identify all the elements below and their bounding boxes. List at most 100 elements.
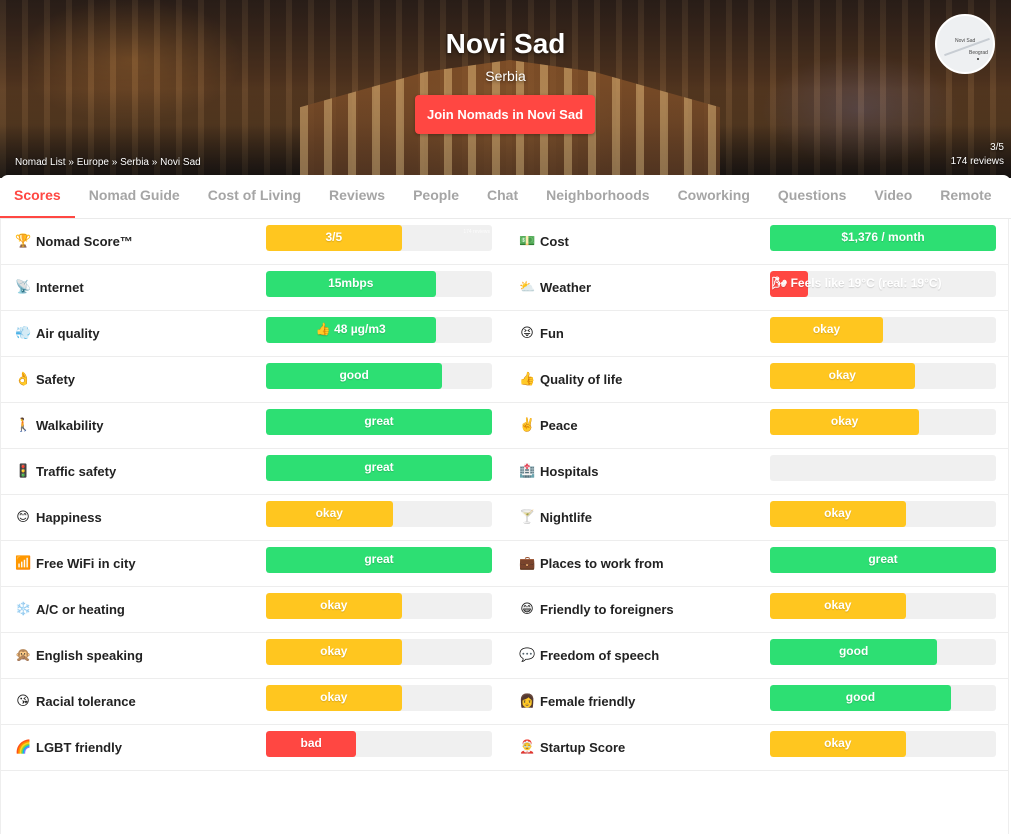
score-label-text: Walkability [36, 417, 104, 433]
score-bar [770, 455, 996, 481]
score-safety[interactable]: 👌 Safety good [0, 357, 505, 403]
score-bar: bad [266, 731, 492, 757]
city-country: Serbia [485, 68, 526, 84]
score-label-text: Free WiFi in city [36, 555, 136, 571]
score-female-friendly[interactable]: 👩 Female friendly good [505, 679, 1009, 725]
score-startup-score[interactable]: 🤶 Startup Score okay [505, 725, 1009, 771]
score-label: 🏥 Hospitals [519, 463, 599, 479]
score-friendly-to-foreigners[interactable]: 😁 Friendly to foreigners okay [505, 587, 1009, 633]
breadcrumb-item-europe[interactable]: Europe [77, 157, 109, 168]
happy-face-icon: 😊 [16, 509, 30, 524]
score-row: 😊 Happiness okay 🍸 Nightlife okay [0, 495, 1009, 541]
speech-icon: 💬 [519, 647, 536, 662]
score-bar-value: okay [812, 322, 841, 336]
score-bar-value: great [868, 552, 898, 566]
wind-icon: 💨 [15, 325, 32, 340]
score-peace[interactable]: ✌️ Peace okay [505, 403, 1009, 449]
score-walkability[interactable]: 🚶 Walkability great [0, 403, 505, 449]
score-bar-value: great [364, 460, 394, 474]
score-traffic-safety[interactable]: 🚦 Traffic safety great [0, 449, 505, 495]
score-cost[interactable]: 💵 Cost $1,376 / month [505, 219, 1009, 265]
score-label: ✌️ Peace [519, 417, 578, 433]
score-fun[interactable]: 😝 Fun okay [505, 311, 1009, 357]
score-nightlife[interactable]: 🍸 Nightlife okay [505, 495, 1009, 541]
score-bar: okay [770, 731, 996, 757]
score-bar: okay [770, 593, 996, 619]
join-nomads-button[interactable]: Join Nomads in Novi Sad [415, 95, 595, 134]
score-label: 🌈 LGBT friendly [15, 739, 122, 755]
score-bar: okay [770, 501, 996, 527]
score-bar-value: 3/5 [325, 230, 343, 244]
breadcrumb-item-serbia[interactable]: Serbia [120, 157, 149, 168]
score-english-speaking[interactable]: 🙊 English speaking okay [0, 633, 505, 679]
traffic-light-icon: 🚦 [15, 463, 32, 478]
score-label-text: Quality of life [540, 371, 623, 387]
tab-video[interactable]: Video [860, 175, 926, 218]
score-air-quality[interactable]: 💨 Air quality 👍 48 µg/m3 [0, 311, 505, 357]
score-bar-value: okay [315, 506, 343, 520]
score-label-text: Internet [36, 279, 84, 295]
woman-icon: 👩 [519, 693, 536, 708]
score-label-text: Friendly to foreigners [540, 601, 674, 617]
score-row: 🚦 Traffic safety great 🏥 Hospitals [0, 449, 1009, 495]
score-label-text: Freedom of speech [540, 647, 660, 663]
right-border [1008, 219, 1009, 834]
score-happiness[interactable]: 😊 Happiness okay [0, 495, 505, 541]
monkey-icon: 🙊 [15, 647, 32, 662]
score-racial-tolerance[interactable]: 😘 Racial tolerance okay [0, 679, 505, 725]
snowflake-icon: ❄️ [15, 601, 32, 616]
score-internet[interactable]: 📡 Internet 15mbps [0, 265, 505, 311]
hospital-icon: 🏥 [519, 463, 536, 478]
score-bar: great [770, 547, 996, 573]
tab-nomad-guide[interactable]: Nomad Guide [75, 175, 194, 218]
score-bar-value: 15mbps [328, 276, 374, 290]
thumbs-up-icon: 👍 [519, 371, 536, 386]
score-nomad-score[interactable]: 🏆 Nomad Score™ 3/5 174 reviews [0, 219, 505, 265]
tab-neighborhoods[interactable]: Neighborhoods [532, 175, 663, 218]
walking-icon: 🚶 [15, 417, 32, 432]
score-label: ⛅ Weather [519, 279, 591, 295]
score-label-text: Hospitals [540, 463, 599, 479]
score-lgbt-friendly[interactable]: 🌈 LGBT friendly bad [0, 725, 505, 771]
score-label-text: Peace [540, 417, 578, 433]
score-a-c-or-heating[interactable]: ❄️ A/C or heating okay [0, 587, 505, 633]
breadcrumb-item-novi-sad[interactable]: Novi Sad [160, 157, 201, 168]
tab-chat[interactable]: Chat [473, 175, 532, 218]
score-label: 🙊 English speaking [15, 647, 143, 663]
score-bar: okay [770, 409, 996, 435]
tab-reviews[interactable]: Reviews [315, 175, 399, 218]
tab-scores[interactable]: Scores [0, 175, 75, 218]
score-hospitals[interactable]: 🏥 Hospitals [505, 449, 1009, 495]
score-row: 🏆 Nomad Score™ 3/5 174 reviews 💵 Cost $1,376 /… [0, 219, 1009, 265]
score-quality-of-life[interactable]: 👍 Quality of life okay [505, 357, 1009, 403]
score-label-text: Places to work from [540, 555, 664, 571]
tab-remote[interactable]: Remote [926, 175, 1005, 218]
score-bar-value: bad [300, 736, 322, 750]
tab-coworking[interactable]: Coworking [664, 175, 764, 218]
tab-people[interactable]: People [399, 175, 473, 218]
wifi-icon: 📶 [15, 555, 32, 570]
trophy-icon: 🏆 [15, 233, 32, 248]
score-row: 📶 Free WiFi in city great 💼 Places to work f… [0, 541, 1009, 587]
score-places-to-work-from[interactable]: 💼 Places to work from great [505, 541, 1009, 587]
score-row: 👌 Safety good 👍 Quality of life okay [0, 357, 1009, 403]
score-bar-value: okay [828, 368, 856, 382]
tab-cost-of-living[interactable]: Cost of Living [194, 175, 315, 218]
score-row: 😘 Racial tolerance okay 👩 Female friendly goo… [0, 679, 1009, 725]
money-icon: 💵 [519, 233, 536, 248]
rating-summary[interactable]: 3/5 174 reviews [951, 141, 1004, 169]
score-bar-value: good [845, 690, 876, 704]
map-thumbnail[interactable]: Novi Sad Beograd [935, 14, 995, 74]
tab-questions[interactable]: Questions [764, 175, 860, 218]
score-label-text: Safety [36, 371, 76, 387]
score-bar: good [770, 685, 996, 711]
score-bar: okay [266, 639, 492, 665]
city-tabs: Scores Nomad Guide Cost of Living Reviews Pe… [0, 175, 1011, 219]
score-weather[interactable]: ⛅ Weather 🌬 Feels like 19°C (real: 19°C) [505, 265, 1009, 311]
score-bar-value: okay [320, 690, 348, 704]
score-free-wifi-in-city[interactable]: 📶 Free WiFi in city great [0, 541, 505, 587]
score-label: 🚦 Traffic safety [15, 463, 116, 479]
breadcrumb-item-nomad-list[interactable]: Nomad List [15, 157, 66, 168]
score-bar-value: great [364, 414, 394, 428]
score-freedom-of-speech[interactable]: 💬 Freedom of speech good [505, 633, 1009, 679]
